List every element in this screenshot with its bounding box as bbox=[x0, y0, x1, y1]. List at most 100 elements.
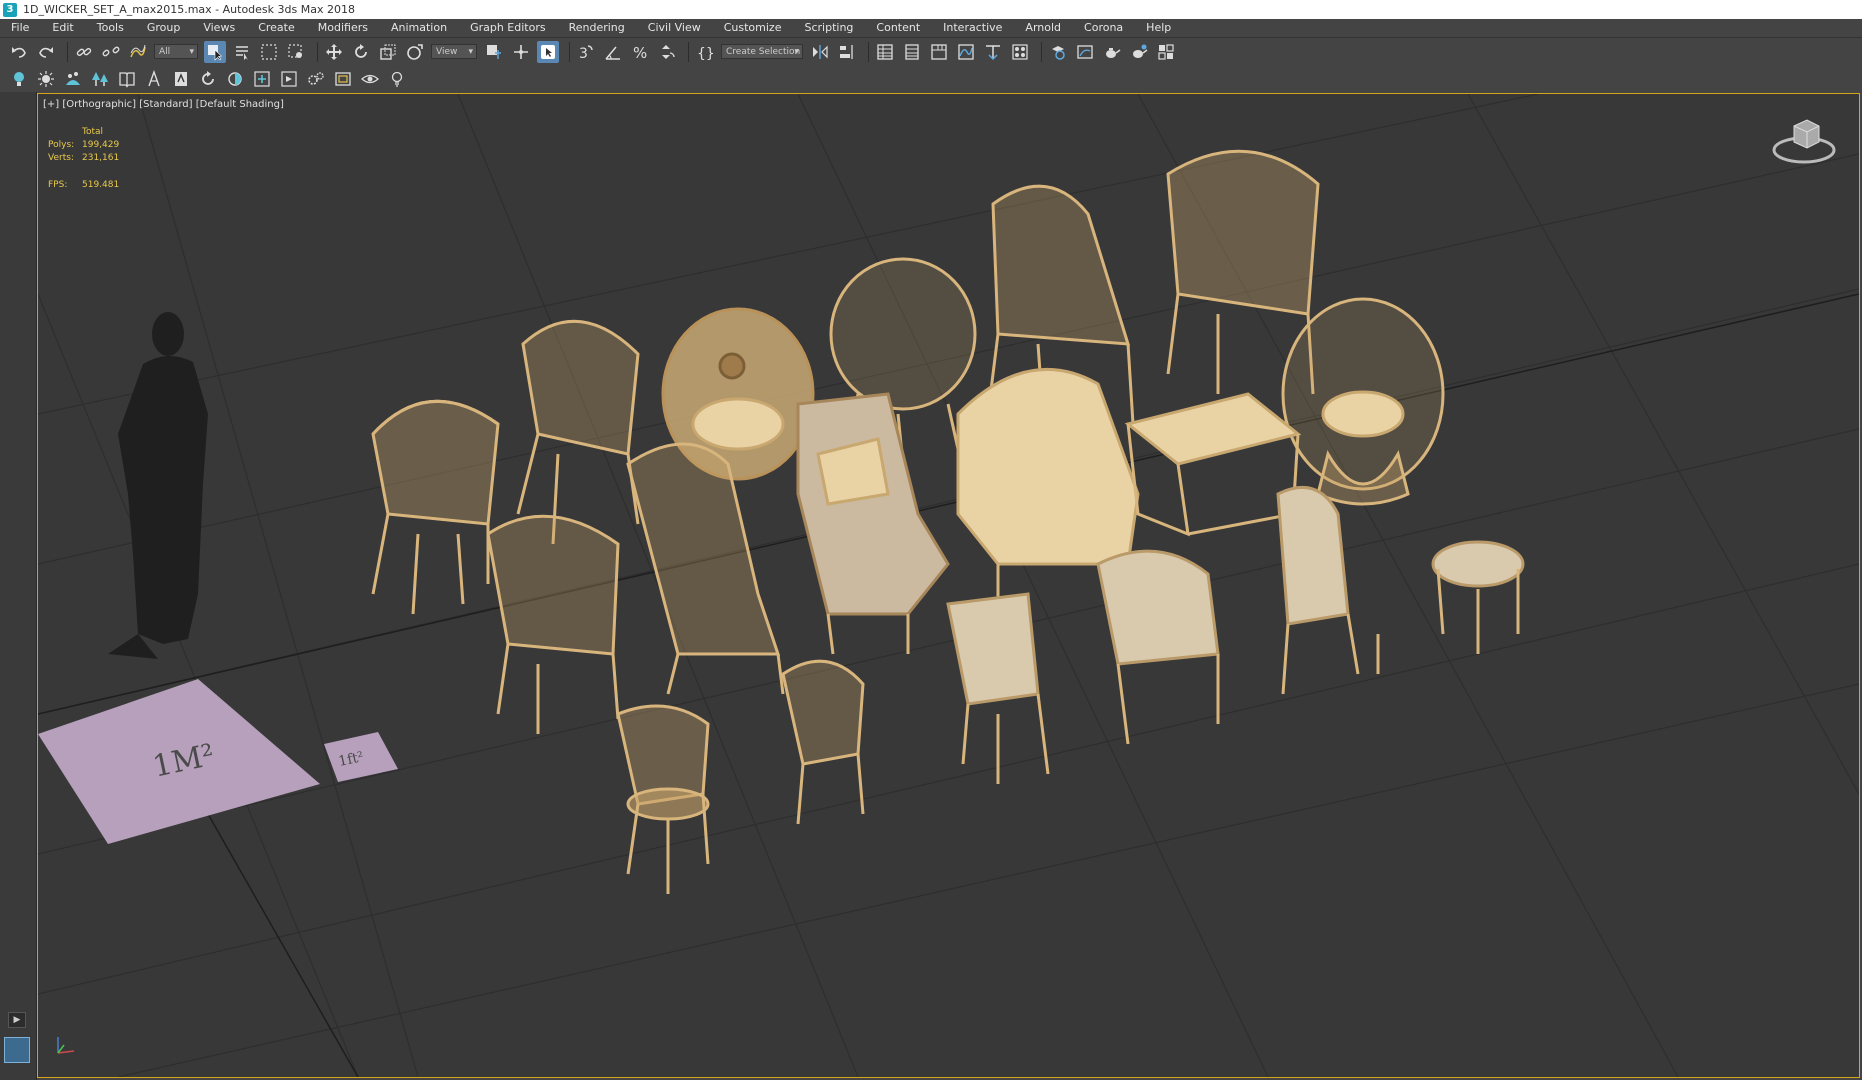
scale-icon bbox=[380, 44, 396, 60]
keyboard-shortcut-override-button[interactable] bbox=[537, 40, 559, 63]
verts-label: Verts: bbox=[48, 153, 74, 163]
select-object-button[interactable] bbox=[204, 40, 226, 63]
viewport-layout-button[interactable] bbox=[4, 1037, 30, 1063]
menu-corona[interactable]: Corona bbox=[1073, 19, 1135, 37]
chair-round-back-1[interactable] bbox=[371, 399, 500, 615]
human-silhouette[interactable] bbox=[108, 312, 208, 659]
material-editor-button[interactable] bbox=[1009, 41, 1031, 63]
interactive-render-button[interactable] bbox=[197, 68, 219, 90]
chair-spindle-back-1[interactable] bbox=[516, 319, 640, 545]
light-lister-button[interactable] bbox=[386, 68, 408, 90]
unlink-button[interactable] bbox=[100, 41, 122, 63]
menu-scripting[interactable]: Scripting bbox=[793, 19, 865, 37]
library-button[interactable] bbox=[116, 68, 138, 90]
mirror-button[interactable] bbox=[809, 41, 831, 63]
rotate-button[interactable] bbox=[350, 41, 372, 63]
frame-buffer-button[interactable] bbox=[224, 68, 246, 90]
edit-named-selection-button[interactable]: {} bbox=[694, 41, 716, 63]
menu-edit[interactable]: Edit bbox=[41, 19, 85, 37]
angle-snap-button[interactable] bbox=[602, 41, 624, 63]
viewport-label[interactable]: [+] [Orthographic] [Standard] [Default S… bbox=[43, 99, 284, 110]
render-setup-button[interactable] bbox=[1047, 41, 1069, 63]
menu-rendering[interactable]: Rendering bbox=[558, 19, 637, 37]
viewport-camera-button[interactable] bbox=[359, 68, 381, 90]
layer-explorer-button[interactable] bbox=[901, 41, 923, 63]
move-button[interactable] bbox=[323, 41, 345, 63]
wicker-furniture bbox=[371, 149, 1525, 894]
menu-help[interactable]: Help bbox=[1135, 19, 1183, 37]
select-cursor-icon bbox=[208, 44, 223, 61]
render-cloud-button[interactable] bbox=[1155, 41, 1177, 63]
viewport-frame-button[interactable] bbox=[332, 68, 354, 90]
svg-text:%: % bbox=[633, 44, 647, 61]
side-table-round[interactable] bbox=[1431, 540, 1525, 654]
railclone-button[interactable] bbox=[143, 68, 165, 90]
menu-group[interactable]: Group bbox=[136, 19, 193, 37]
play-animation-button[interactable]: ▶ bbox=[8, 1012, 26, 1028]
menu-arnold[interactable]: Arnold bbox=[1014, 19, 1073, 37]
orthographic-viewport[interactable]: 1M² 1ft² [+] [Orthographic] [Standard] [… bbox=[37, 93, 1860, 1078]
selection-filter-dropdown[interactable]: All bbox=[154, 44, 198, 59]
menu-content[interactable]: Content bbox=[865, 19, 932, 37]
menu-interactive[interactable]: Interactive bbox=[932, 19, 1014, 37]
scene-explorer-button[interactable] bbox=[874, 41, 896, 63]
viewcube[interactable] bbox=[1769, 112, 1839, 172]
window-crossing-button[interactable] bbox=[285, 41, 307, 63]
link-button[interactable] bbox=[73, 41, 95, 63]
bind-spacewarp-button[interactable] bbox=[127, 41, 149, 63]
lister-button[interactable] bbox=[305, 68, 327, 90]
list-icon bbox=[236, 45, 248, 60]
bistro-chair-woven-2[interactable] bbox=[1096, 549, 1220, 745]
render-production-button[interactable] bbox=[1101, 41, 1123, 63]
menu-tools[interactable]: Tools bbox=[86, 19, 136, 37]
spacewarp-icon bbox=[130, 44, 146, 57]
fps-value: 519.481 bbox=[82, 180, 120, 190]
named-selection-dropdown[interactable]: Create Selection Se bbox=[721, 44, 803, 59]
percent-snap-button[interactable]: % bbox=[629, 41, 651, 63]
ribbon-toggle-button[interactable] bbox=[928, 41, 950, 63]
sun-position-button[interactable] bbox=[35, 68, 57, 90]
spinner-snap-button[interactable] bbox=[656, 41, 678, 63]
forest-button[interactable] bbox=[89, 68, 111, 90]
rendered-frame-window-button[interactable] bbox=[1074, 41, 1096, 63]
align-button[interactable] bbox=[836, 41, 858, 63]
render-active-button[interactable] bbox=[1128, 41, 1150, 63]
converter-button[interactable] bbox=[251, 68, 273, 90]
chair-spindle-back-2[interactable] bbox=[486, 514, 620, 734]
app-icon[interactable]: 3 bbox=[3, 2, 17, 17]
bentwood-chair-1[interactable] bbox=[781, 659, 865, 825]
bentwood-chair-2[interactable] bbox=[616, 704, 710, 894]
snaps-toggle-button[interactable]: 3 bbox=[575, 41, 597, 63]
menu-views[interactable]: Views bbox=[192, 19, 247, 37]
ottoman[interactable] bbox=[1124, 392, 1302, 537]
chair-peacock[interactable] bbox=[1281, 297, 1445, 506]
bistro-chair-woven-1[interactable] bbox=[1276, 485, 1380, 695]
menu-graph-editors[interactable]: Graph Editors bbox=[459, 19, 558, 37]
menu-customize[interactable]: Customize bbox=[713, 19, 794, 37]
undo-button[interactable] bbox=[8, 41, 30, 63]
scale-button[interactable] bbox=[377, 41, 399, 63]
chair-wingback-upholstered[interactable] bbox=[796, 392, 950, 655]
region-select-button[interactable] bbox=[258, 41, 280, 63]
menu-create[interactable]: Create bbox=[247, 19, 307, 37]
placement-button[interactable] bbox=[404, 41, 426, 63]
light-lister-icon bbox=[391, 71, 403, 87]
toolbar-separator bbox=[688, 41, 689, 62]
menu-animation[interactable]: Animation bbox=[380, 19, 459, 37]
pivot-center-button[interactable] bbox=[483, 41, 505, 63]
svg-text:3: 3 bbox=[579, 46, 588, 61]
create-light-button[interactable] bbox=[8, 68, 30, 90]
scatter-button[interactable] bbox=[62, 68, 84, 90]
select-by-name-button[interactable] bbox=[231, 41, 253, 63]
menu-civil-view[interactable]: Civil View bbox=[637, 19, 713, 37]
scene-converter-button[interactable] bbox=[278, 68, 300, 90]
curve-editor-button[interactable] bbox=[955, 41, 977, 63]
proxy-button[interactable] bbox=[170, 68, 192, 90]
reference-coordinate-dropdown[interactable]: View bbox=[431, 44, 477, 59]
menu-modifiers[interactable]: Modifiers bbox=[307, 19, 380, 37]
menu-file[interactable]: File bbox=[0, 19, 41, 37]
schematic-view-button[interactable] bbox=[982, 41, 1004, 63]
redo-button[interactable] bbox=[35, 41, 57, 63]
select-manipulate-button[interactable] bbox=[510, 41, 532, 63]
side-chair-woven[interactable] bbox=[946, 592, 1050, 784]
